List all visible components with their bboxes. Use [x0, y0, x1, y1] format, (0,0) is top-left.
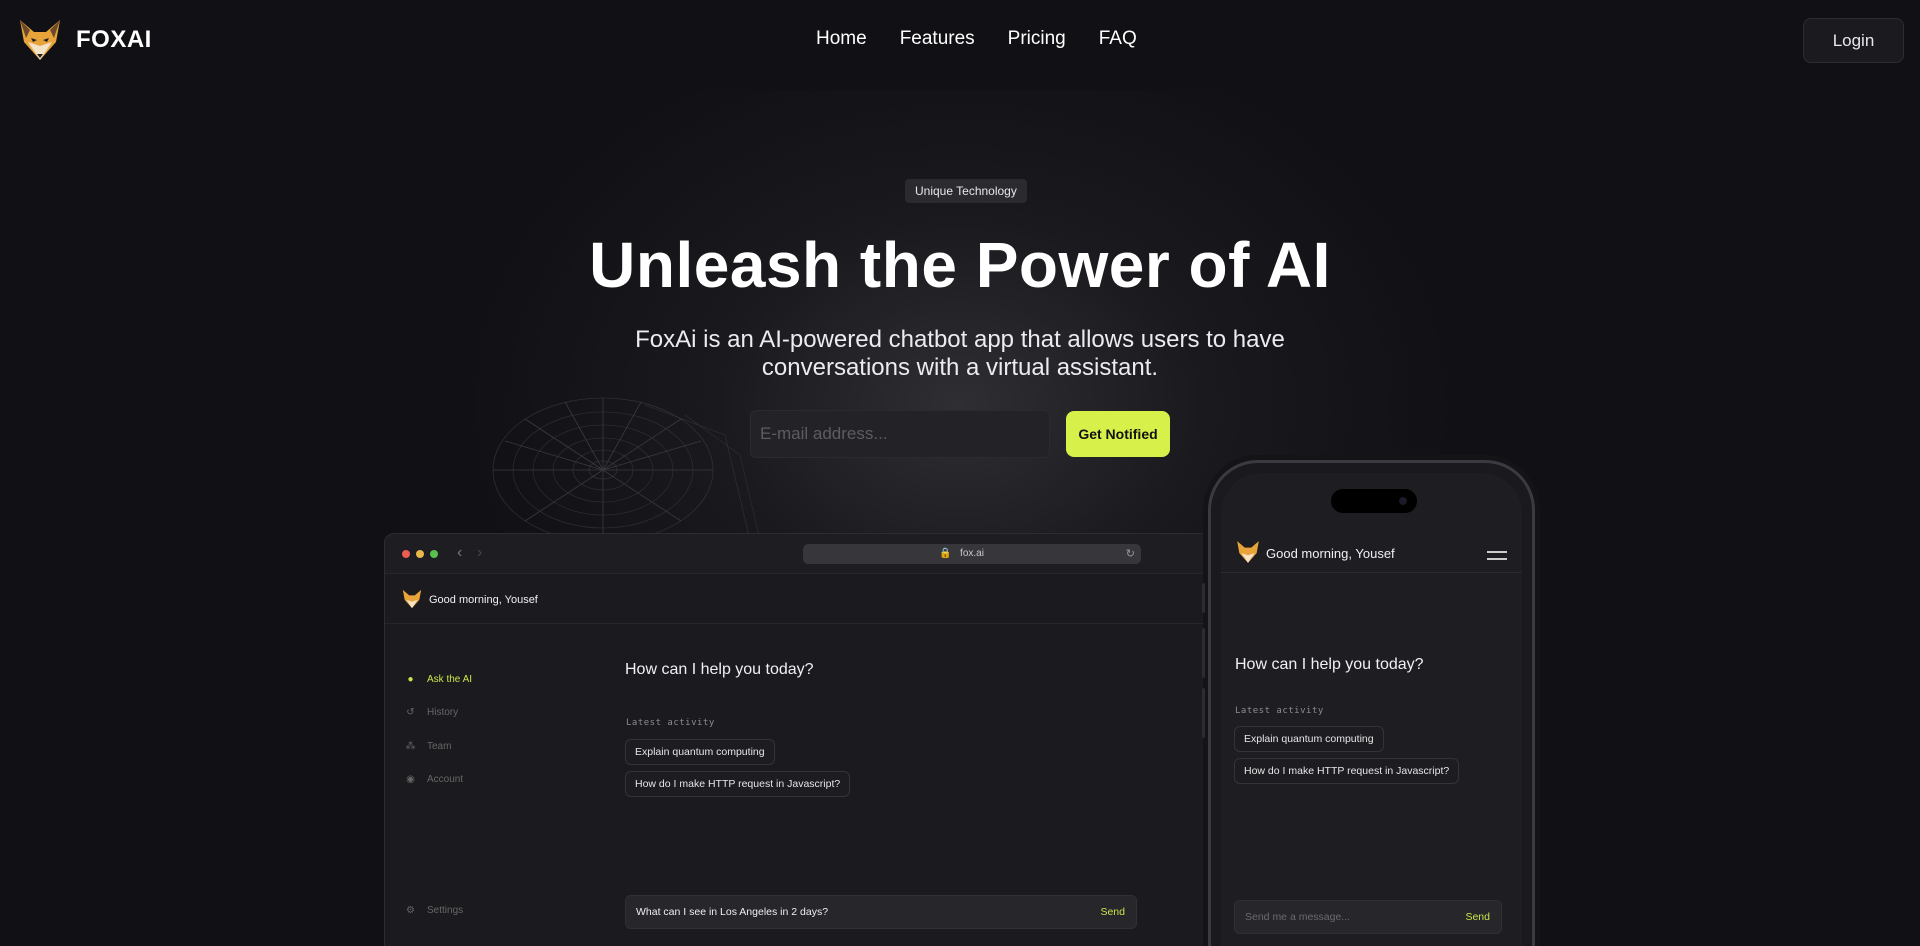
send-button[interactable]: Send	[1465, 911, 1490, 923]
message-input[interactable]: What can I see in Los Angeles in 2 days?…	[625, 895, 1137, 929]
greeting-text: Good morning, Yousef	[1266, 546, 1395, 561]
account-icon: ◉	[406, 774, 415, 785]
prompt-heading: How can I help you today?	[625, 661, 814, 678]
login-button[interactable]: Login	[1803, 18, 1904, 63]
phone-screen: Good morning, Yousef How can I help you …	[1221, 473, 1522, 946]
sidebar-item-label: Account	[427, 774, 464, 785]
sidebar-item-ask-ai[interactable]: ● Ask the AI	[405, 674, 472, 685]
sidebar-item-settings[interactable]: ⚙ Settings	[405, 905, 463, 916]
phone-side-button	[1202, 688, 1205, 738]
greeting-prefix: Good morning,	[429, 594, 502, 606]
phone-side-button	[1202, 628, 1205, 678]
phone-side-button	[1202, 583, 1205, 613]
email-input[interactable]	[750, 410, 1050, 458]
back-arrow-icon[interactable]: ‹	[457, 544, 462, 562]
nav-link-features[interactable]: Features	[900, 28, 975, 50]
sidebar-item-label: Ask the AI	[427, 674, 473, 685]
activity-chip[interactable]: How do I make HTTP request in Javascript…	[625, 771, 851, 797]
activity-chip[interactable]: Explain quantum computing	[1234, 726, 1384, 752]
brand-name: FOXAI	[76, 26, 152, 53]
nav-link-pricing[interactable]: Pricing	[1008, 28, 1066, 50]
send-button[interactable]: Send	[1100, 906, 1125, 918]
fox-logo-icon	[1237, 541, 1259, 563]
hamburger-menu-icon[interactable]	[1487, 551, 1507, 565]
prompt-heading: How can I help you today?	[1235, 656, 1424, 673]
gear-icon: ⚙	[406, 905, 415, 916]
lock-icon: 🔒	[939, 548, 952, 559]
wireframe-cylinder-graphic	[492, 397, 761, 540]
greeting-prefix: Good morning,	[1266, 546, 1352, 561]
activity-chip[interactable]: Explain quantum computing	[625, 739, 775, 765]
greeting-name: Yousef	[504, 594, 538, 606]
app-header: Good morning, Yousef	[385, 574, 1213, 624]
sidebar-item-history[interactable]: ↺ History	[405, 707, 458, 718]
sidebar-item-label: History	[427, 707, 459, 718]
hero-badge: Unique Technology	[905, 179, 1027, 203]
sidebar-item-team[interactable]: ⁂ Team	[405, 741, 452, 752]
address-text: fox.ai	[960, 548, 984, 559]
camera-icon	[1399, 497, 1407, 505]
maximize-dot-icon[interactable]	[430, 550, 438, 558]
latest-activity-label: Latest activity	[1235, 706, 1324, 716]
desktop-app-mockup: ‹ › 🔒 fox.ai ↻ Good morning, Yousef ● As…	[384, 533, 1214, 946]
close-dot-icon[interactable]	[402, 550, 410, 558]
chat-icon: ●	[407, 674, 414, 685]
hero-subtitle: FoxAi is an AI-powered chatbot app that …	[635, 326, 1285, 381]
sidebar-item-label: Settings	[427, 905, 464, 916]
greeting-name: Yousef	[1355, 546, 1395, 561]
hero-title: Unleash the Power of AI	[589, 229, 1331, 301]
fox-logo-icon	[20, 20, 60, 60]
reload-icon[interactable]: ↻	[1126, 544, 1135, 564]
fox-logo-icon	[402, 589, 422, 609]
team-icon: ⁂	[405, 741, 416, 752]
brand-logo[interactable]: FOXAI	[16, 16, 152, 64]
nav-link-home[interactable]: Home	[816, 28, 867, 50]
get-notified-button[interactable]: Get Notified	[1066, 411, 1170, 457]
greeting-text: Good morning, Yousef	[429, 594, 538, 606]
dynamic-island	[1331, 489, 1417, 513]
mobile-message-input[interactable]: Send me a message... Send	[1234, 900, 1502, 934]
activity-chip[interactable]: How do I make HTTP request in Javascript…	[1234, 758, 1460, 784]
forward-arrow-icon[interactable]: ›	[477, 544, 482, 562]
mobile-app-mockup: Good morning, Yousef How can I help you …	[1202, 460, 1535, 946]
browser-titlebar: ‹ › 🔒 fox.ai ↻	[385, 534, 1213, 574]
history-icon: ↺	[406, 707, 415, 718]
minimize-dot-icon[interactable]	[416, 550, 424, 558]
sidebar-item-account[interactable]: ◉ Account	[405, 774, 463, 785]
top-navbar: FOXAI Home Features Pricing FAQ Login	[0, 0, 1920, 80]
nav-links: Home Features Pricing FAQ	[816, 28, 1137, 50]
latest-activity-label: Latest activity	[626, 718, 715, 728]
nav-link-faq[interactable]: FAQ	[1099, 28, 1137, 50]
message-input-value: What can I see in Los Angeles in 2 days?	[636, 906, 829, 918]
address-bar[interactable]: 🔒 fox.ai ↻	[803, 544, 1141, 564]
sidebar-item-label: Team	[427, 741, 452, 752]
message-input-placeholder: Send me a message...	[1245, 911, 1351, 923]
